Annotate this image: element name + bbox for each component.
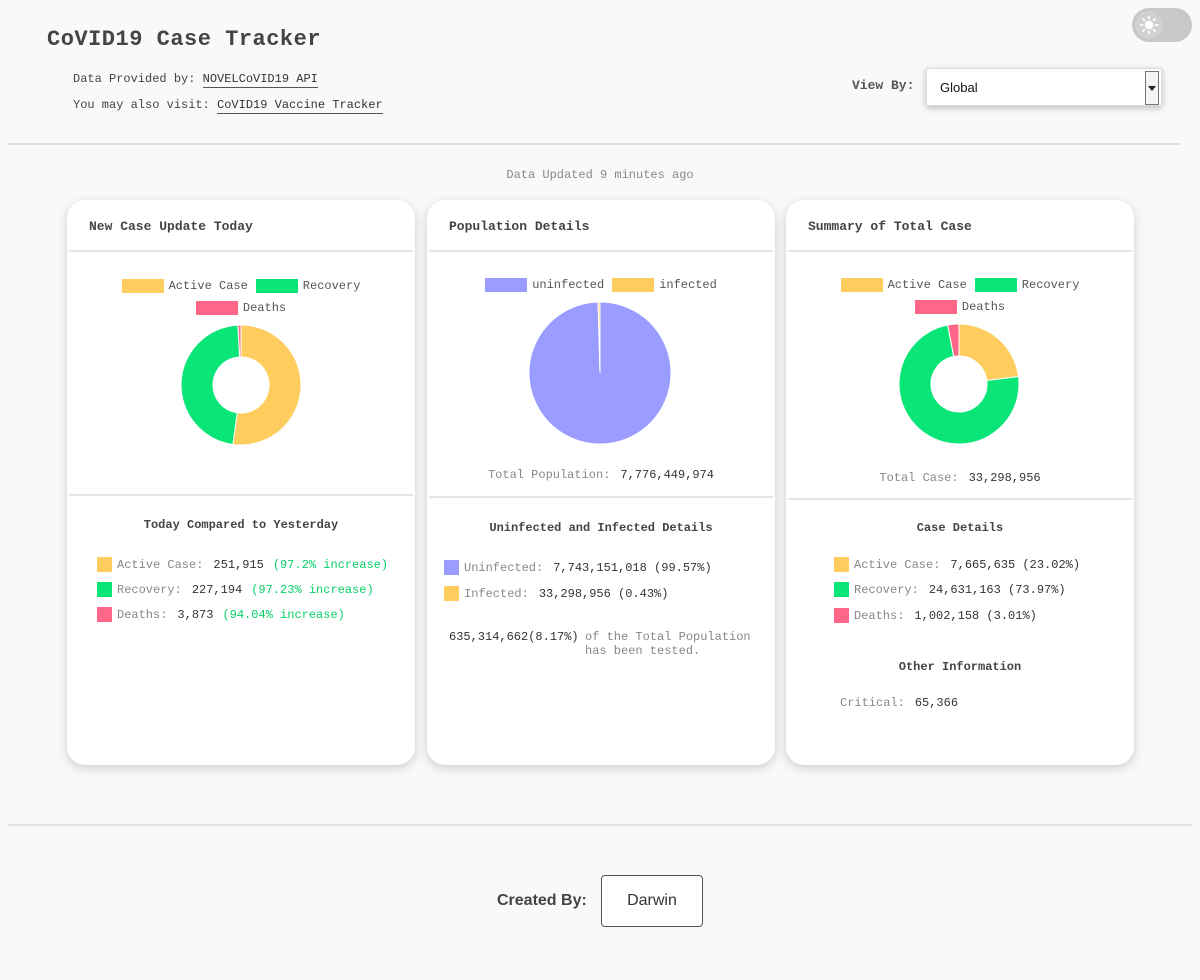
view-by-value: Global: [940, 80, 978, 95]
new-case-card: New Case Update Today Active Case Recove…: [67, 200, 415, 765]
other-info-title: Other Information: [898, 660, 1022, 674]
card-divider: [788, 498, 1132, 500]
critical-stat: Critical: 65,366: [840, 696, 959, 710]
summary-deaths-stat: Deaths: 1,002,158 (3.01%): [834, 608, 1046, 623]
visit-label: You may also visit:: [73, 98, 210, 112]
case-details-title: Case Details: [916, 521, 1004, 535]
header-divider: [8, 143, 1180, 145]
summary-recovery-stat: Recovery: 24,631,163 (73.97%): [834, 582, 1075, 597]
slice-recovery[interactable]: [180, 324, 241, 446]
summary-active-stat: Active Case: 7,665,635 (23.02%): [834, 557, 1089, 572]
footer-divider: [8, 824, 1192, 826]
novelcovid-api-link[interactable]: NOVELCoVID19 API: [202, 72, 318, 88]
author-button[interactable]: Darwin: [601, 875, 703, 927]
total-population: Total Population: 7,776,449,974: [487, 468, 715, 482]
view-by-select[interactable]: Global: [926, 68, 1162, 106]
data-provider-label: Data Provided by:: [73, 72, 196, 86]
details-title: Uninfected and Infected Details: [489, 521, 713, 535]
tested-text-1: of the Total Population: [585, 630, 751, 644]
today-deaths-stat: Deaths: 3,873 (94.04% increase): [97, 607, 345, 622]
new-case-doughnut-chart: [180, 324, 302, 446]
uninfected-stat: Uninfected: 7,743,151,018 (99.57%): [444, 560, 721, 575]
slice-active-case[interactable]: [232, 324, 302, 446]
population-card: Population Details uninfected infected T…: [427, 200, 775, 765]
sun-icon: [1135, 11, 1163, 39]
compare-title: Today Compared to Yesterday: [143, 518, 339, 532]
created-by-label: Created By:: [497, 892, 587, 909]
total-case: Total Case: 33,298,956: [879, 471, 1041, 485]
summary-card: Summary of Total Case Active Case Recove…: [786, 200, 1134, 765]
summary-doughnut-chart: [898, 323, 1020, 445]
card-divider: [429, 496, 773, 498]
population-pie-chart: [528, 301, 672, 445]
tested-text-2: has been tested.: [585, 644, 701, 658]
vaccine-tracker-link[interactable]: CoVID19 Vaccine Tracker: [217, 98, 383, 114]
view-by-label: View By:: [852, 78, 915, 93]
data-updated-text: Data Updated 9 minutes ago: [506, 168, 694, 182]
tested-value: 635,314,662(8.17%): [449, 630, 579, 644]
chevron-down-icon[interactable]: [1145, 71, 1159, 105]
page-title: CoVID19 Case Tracker: [47, 27, 322, 52]
slice-active-case[interactable]: [958, 323, 1020, 382]
infected-stat: Infected: 33,298,956 (0.43%): [444, 586, 677, 601]
theme-toggle[interactable]: [1132, 8, 1192, 42]
card-divider: [69, 494, 413, 496]
today-active-stat: Active Case: 251,915 (97.2% increase): [97, 557, 388, 572]
visit-line: You may also visit: CoVID19 Vaccine Trac…: [73, 98, 383, 114]
today-recovery-stat: Recovery: 227,194 (97.23% increase): [97, 582, 374, 597]
data-provider-line: Data Provided by: NOVELCoVID19 API: [73, 72, 318, 88]
